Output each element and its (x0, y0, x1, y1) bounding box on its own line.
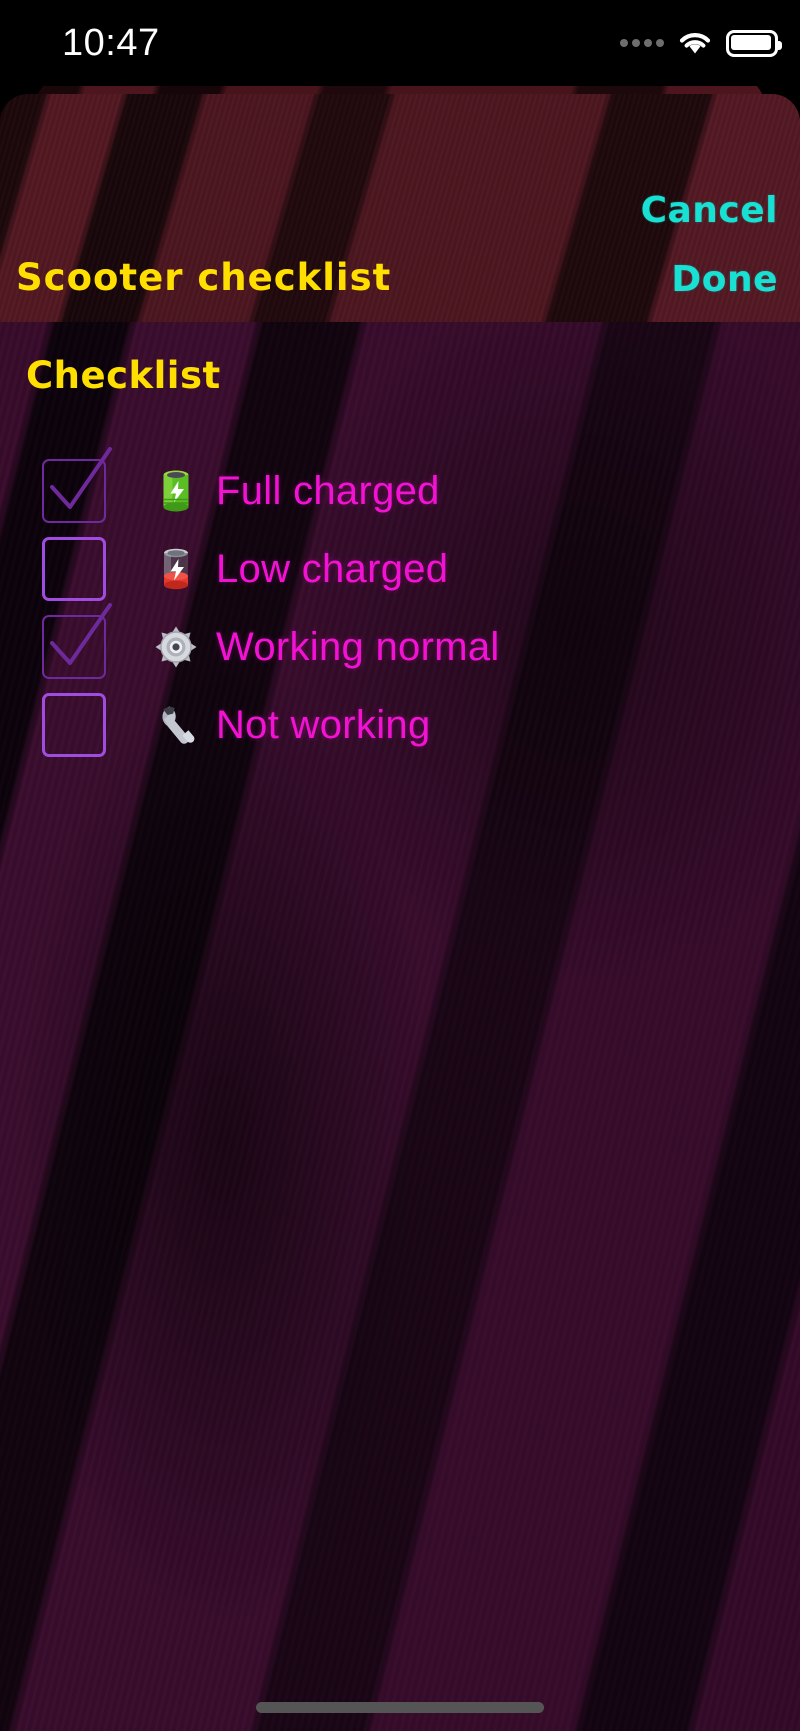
cancel-button[interactable]: Cancel (641, 190, 778, 231)
sheet-body: Checklist Full charged Low charged Working… (0, 322, 800, 1731)
home-indicator[interactable] (256, 1702, 544, 1713)
checklist-row[interactable]: Not working (0, 686, 800, 764)
phone-screen: 10:47 Cancel Done Scooter checklist Chec… (0, 0, 800, 1731)
checklist-row[interactable]: Working normal (0, 603, 800, 686)
checklist-row[interactable]: Low charged (0, 530, 800, 608)
status-time: 10:47 (62, 22, 160, 64)
gear-emoji (150, 625, 202, 669)
checklist-item-label: Not working (216, 702, 431, 747)
page-title: Scooter checklist (16, 256, 392, 299)
checklist: Full charged Low charged Working normal Not… (0, 447, 800, 764)
checkbox-checked[interactable] (42, 447, 112, 523)
checklist-item-label: Low charged (216, 546, 449, 591)
battery-icon (726, 29, 782, 57)
battery-full-green-emoji (150, 468, 202, 514)
checkbox-checked[interactable] (42, 603, 112, 679)
status-indicators (620, 26, 782, 60)
status-bar: 10:47 (0, 0, 800, 86)
checkbox-unchecked[interactable] (42, 693, 106, 757)
checklist-item-label: Full charged (216, 468, 440, 513)
checklist-row[interactable]: Full charged (0, 447, 800, 530)
section-title: Checklist (26, 354, 221, 397)
done-button[interactable]: Done (671, 259, 778, 300)
battery-low-red-emoji (150, 546, 202, 592)
sheet-header: Cancel Done Scooter checklist (0, 94, 800, 322)
checkbox-unchecked[interactable] (42, 537, 106, 601)
signal-dots-icon (620, 39, 664, 47)
wifi-icon (678, 30, 712, 56)
checklist-item-label: Working normal (216, 624, 500, 669)
wrench-emoji (150, 703, 202, 747)
